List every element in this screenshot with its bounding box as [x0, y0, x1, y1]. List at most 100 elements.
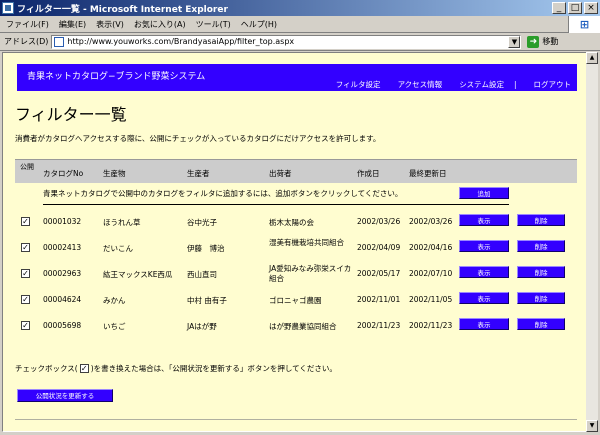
public-checkbox[interactable]: ✓ [21, 269, 30, 278]
delete-button[interactable]: 削除 [517, 266, 565, 278]
col-updated: 最終更新日 [409, 169, 447, 178]
checkbox-note: チェックボックス( ✓ )を書き換えた場合は、「公開状況を更新する」ボタンを押し… [15, 363, 337, 374]
site-nav: フィルタ設定 アクセス情報 システム設定 | ログアウト [319, 79, 571, 90]
menubar: ファイル(F) 編集(E) 表示(V) お気に入り(A) ツール(T) ヘルプ(… [0, 16, 600, 33]
minimize-button[interactable]: _ [552, 2, 566, 14]
view-button[interactable]: 表示 [459, 214, 509, 226]
menu-tools[interactable]: ツール(T) [196, 19, 231, 30]
add-message: 青果ネットカタログで公開中のカタログをフィルタに追加するには、追加ボタンをクリッ… [43, 189, 403, 198]
table-header: 公開 カタログNo 生産物 生産者 出荷者 作成日 最終更新日 [15, 160, 577, 183]
cell-updated: 2002/04/16 [409, 243, 453, 252]
cell-updated: 2002/07/10 [409, 269, 453, 278]
cell-catalog-no: 00004624 [43, 295, 82, 304]
delete-button[interactable]: 削除 [517, 292, 565, 304]
address-dropdown-icon[interactable]: ▼ [508, 35, 521, 48]
cell-catalog-no: 00002963 [43, 269, 82, 278]
menu-help[interactable]: ヘルプ(H) [241, 19, 277, 30]
menu-view[interactable]: 表示(V) [96, 19, 124, 30]
cell-updated: 2002/11/05 [409, 295, 453, 304]
cell-product: 紘王マックスKE西瓜 [103, 270, 173, 279]
public-checkbox[interactable]: ✓ [21, 295, 30, 304]
cell-product: だいこん [103, 244, 133, 253]
view-button[interactable]: 表示 [459, 318, 509, 330]
nav-system-settings[interactable]: システム設定 [459, 79, 504, 90]
delete-button[interactable]: 削除 [517, 240, 565, 252]
add-row: 青果ネットカタログで公開中のカタログをフィルタに追加するには、追加ボタンをクリッ… [15, 183, 577, 205]
cell-producer: JAはが野 [187, 322, 217, 331]
windows-logo-icon: ⊞ [568, 16, 600, 33]
address-input[interactable]: http://www.youworks.com/BrandyasaiApp/fi… [51, 34, 522, 49]
menu-file[interactable]: ファイル(F) [6, 19, 49, 30]
cell-created: 2002/04/09 [357, 243, 401, 252]
cell-updated: 2002/03/26 [409, 217, 453, 226]
cell-catalog-no: 00005698 [43, 321, 82, 330]
public-checkbox[interactable]: ✓ [21, 217, 30, 226]
cell-created: 2002/11/01 [357, 295, 401, 304]
nav-separator: | [513, 80, 517, 89]
page-description: 消費者がカタログへアクセスする際に、公開にチェックが入っているカタログにだけアク… [15, 134, 381, 143]
table-row: ✓ 00002413 だいこん 伊藤 博治 湿美有機栽培共同組合 2002/04… [15, 235, 577, 261]
col-producer: 生産者 [187, 169, 210, 178]
vertical-scrollbar[interactable]: ▲ ▼ [586, 52, 598, 432]
cell-updated: 2002/11/23 [409, 321, 453, 330]
filter-table: 公開 カタログNo 生産物 生産者 出荷者 作成日 最終更新日 青果ネットカタロ… [15, 159, 577, 337]
go-button[interactable]: ➜ 移動 [527, 35, 559, 48]
update-status-button[interactable]: 公開状況を更新する [17, 389, 113, 402]
page-viewport: 青果ネットカタログ−ブランド野菜システム フィルタ設定 アクセス情報 システム設… [2, 52, 588, 432]
site-title: 青果ネットカタログ−ブランド野菜システム [27, 72, 206, 82]
table-row: ✓ 00004624 みかん 中村 由有子 ゴロニャゴ農園 2002/11/01… [15, 287, 577, 313]
note-text-after: )を書き換えた場合は、「公開状況を更新する」ボタンを押してください。 [90, 364, 337, 373]
cell-shipper: 湿美有機栽培共同組合 [269, 238, 344, 247]
window-title: フィルター一覧 - Microsoft Internet Explorer [17, 4, 228, 15]
delete-button[interactable]: 削除 [517, 318, 565, 330]
address-bar: アドレス(D) http://www.youworks.com/Brandyas… [0, 33, 600, 51]
table-row: ✓ 00002963 紘王マックスKE西瓜 西山直司 JA愛知みなみ弥栄スイカ組… [15, 261, 577, 287]
bottom-divider [15, 419, 577, 420]
page-title: フィルター一覧 [15, 105, 127, 124]
nav-logout[interactable]: ログアウト [534, 79, 572, 90]
cell-shipper: 栃木太陽の会 [269, 218, 314, 227]
col-shipper: 出荷者 [269, 169, 292, 178]
menu-edit[interactable]: 編集(E) [59, 19, 86, 30]
maximize-button[interactable]: □ [568, 2, 582, 14]
view-button[interactable]: 表示 [459, 266, 509, 278]
cell-shipper: はが野農業協同組合 [269, 322, 337, 331]
cell-producer: 伊藤 博治 [187, 244, 225, 253]
cell-shipper: JA愛知みなみ弥栄スイカ組合 [269, 264, 352, 283]
address-label: アドレス(D) [4, 37, 49, 46]
add-divider [43, 204, 509, 205]
cell-product: みかん [103, 296, 126, 305]
cell-catalog-no: 00001032 [43, 217, 82, 226]
col-product: 生産物 [103, 169, 126, 178]
window-titlebar: フィルター一覧 - Microsoft Internet Explorer _ … [0, 0, 600, 16]
scroll-up-icon[interactable]: ▲ [586, 52, 598, 64]
col-created: 作成日 [357, 169, 380, 178]
window-controls: _ □ × [550, 2, 598, 14]
table-row: ✓ 00001032 ほうれん草 谷中光子 栃木太陽の会 2002/03/26 … [15, 209, 577, 235]
page-icon [54, 36, 65, 47]
nav-access-info[interactable]: アクセス情報 [398, 79, 443, 90]
delete-button[interactable]: 削除 [517, 214, 565, 226]
note-text-before: チェックボックス( [15, 364, 78, 373]
cell-product: ほうれん草 [103, 218, 141, 227]
cell-producer: 中村 由有子 [187, 296, 227, 305]
table-row: ✓ 00005698 いちご JAはが野 はが野農業協同組合 2002/11/2… [15, 313, 577, 339]
col-public: 公開 [20, 163, 34, 171]
go-label: 移動 [542, 37, 559, 46]
close-button[interactable]: × [584, 2, 598, 14]
cell-catalog-no: 00002413 [43, 243, 82, 252]
cell-shipper: ゴロニャゴ農園 [269, 296, 322, 305]
site-header: 青果ネットカタログ−ブランド野菜システム フィルタ設定 アクセス情報 システム設… [17, 64, 577, 91]
public-checkbox[interactable]: ✓ [21, 243, 30, 252]
menu-favorites[interactable]: お気に入り(A) [134, 19, 186, 30]
view-button[interactable]: 表示 [459, 240, 509, 252]
public-checkbox[interactable]: ✓ [21, 321, 30, 330]
nav-filter-settings[interactable]: フィルタ設定 [336, 79, 381, 90]
cell-producer: 谷中光子 [187, 218, 217, 227]
view-button[interactable]: 表示 [459, 292, 509, 304]
scroll-down-icon[interactable]: ▼ [586, 420, 598, 432]
add-button[interactable]: 追加 [459, 187, 509, 199]
cell-created: 2002/11/23 [357, 321, 401, 330]
go-arrow-icon: ➜ [527, 35, 540, 48]
sample-checkbox-icon: ✓ [79, 364, 89, 373]
